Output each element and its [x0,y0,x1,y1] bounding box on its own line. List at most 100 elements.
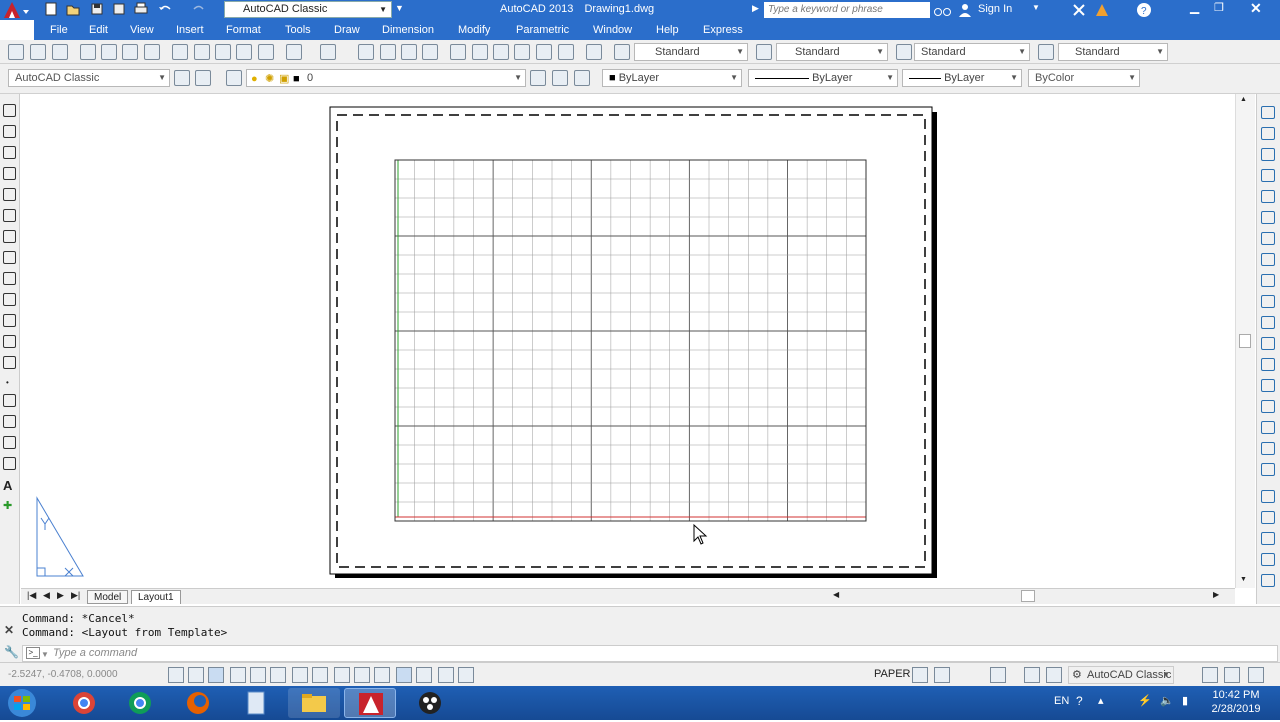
tool-palettes-icon[interactable] [493,44,509,60]
first-tab-icon[interactable]: |◀ [27,590,36,601]
open-file-icon[interactable] [66,2,80,16]
revision-cloud-icon[interactable] [3,251,16,264]
send-under-icon[interactable] [1261,553,1275,566]
menu-edit[interactable]: Edit [89,24,108,36]
application-menu-button[interactable] [0,0,34,20]
bring-above-icon[interactable] [1261,532,1275,545]
cut-icon[interactable] [172,44,188,60]
help-circle-icon[interactable]: ? [1076,694,1083,708]
menu-format[interactable]: Format [226,24,261,36]
scroll-right-arrow-icon[interactable]: ▶ [1213,590,1219,599]
stretch-icon[interactable] [1261,274,1275,287]
line-icon[interactable] [3,104,16,117]
taskbar-firefox-icon[interactable] [172,688,224,718]
menu-dimension[interactable]: Dimension [382,24,434,36]
system-clock[interactable]: 10:42 PM 2/28/2019 [1204,688,1268,716]
polygon-icon[interactable] [3,167,16,180]
arc-icon[interactable] [3,209,16,222]
copy-object-icon[interactable] [1261,127,1275,140]
close-command-window-icon[interactable]: ✕ [4,623,14,637]
scroll-left-arrow-icon[interactable]: ◀ [833,590,839,599]
taskbar-media-icon[interactable] [404,688,456,718]
table-style-icon[interactable] [896,44,912,60]
plot-preview-icon[interactable] [101,44,117,60]
selection-cycling-icon[interactable] [438,667,454,683]
menu-window[interactable]: Window [593,24,632,36]
help-icon[interactable] [586,44,602,60]
polyline-icon[interactable] [3,146,16,159]
multiline-text-icon[interactable]: A [3,478,16,493]
drawing-area[interactable] [21,94,1235,588]
paste-icon[interactable] [215,44,231,60]
lineweight-dropdown[interactable]: ByLayer ▼ [902,69,1022,87]
save-as-icon[interactable] [112,2,126,16]
layer-previous-icon[interactable] [552,70,568,86]
annotation-scale-icon[interactable] [1024,667,1040,683]
object-snap-tracking-icon[interactable] [312,667,328,683]
dimension-style-dropdown[interactable]: Standard ▼ [776,43,888,61]
menu-help[interactable]: Help [656,24,679,36]
menu-draw[interactable]: Draw [334,24,360,36]
zoom-realtime-icon[interactable] [380,44,396,60]
ellipse-arc-icon[interactable] [3,314,16,327]
binoculars-icon[interactable] [934,3,952,17]
open-icon[interactable] [30,44,46,60]
insert-block-icon[interactable] [3,335,16,348]
scale-icon[interactable] [1261,253,1275,266]
save-icon[interactable] [52,44,68,60]
draw-order-front-icon[interactable] [1261,490,1275,503]
gradient-icon[interactable] [3,415,16,428]
menu-insert[interactable]: Insert [176,24,204,36]
search-input[interactable]: Type a keyword or phrase [764,2,930,18]
volume-icon[interactable]: 🔈 [1160,694,1174,707]
layer-state-icon[interactable] [574,70,590,86]
trim-icon[interactable] [1261,295,1275,308]
isolate-objects-icon[interactable] [1224,667,1240,683]
workspace-dropdown[interactable]: AutoCAD Classic ▼ [224,1,392,18]
restore-button[interactable]: ❐ [1214,1,1224,14]
customize-wrench-icon[interactable]: 🔧 [4,645,19,659]
tray-app-icon[interactable]: ▴ [1098,694,1104,707]
menu-file[interactable]: File [50,24,68,36]
sign-in-button[interactable]: Sign In [978,3,1012,15]
block-editor-icon[interactable] [258,44,274,60]
color-dropdown[interactable]: ■ ByLayer ▼ [602,69,742,87]
region-icon[interactable] [3,436,16,449]
make-block-icon[interactable] [3,356,16,369]
exchange-apps-icon[interactable] [1072,3,1086,17]
taskbar-notepad-icon[interactable] [230,688,282,718]
fillet-icon[interactable] [1261,421,1275,434]
plot-style-dropdown[interactable]: ByColor ▼ [1028,69,1140,87]
multileader-style-dropdown[interactable]: Standard ▼ [1058,43,1168,61]
design-center-icon[interactable] [472,44,488,60]
new-file-icon[interactable] [44,2,58,16]
3d-print-icon[interactable] [144,44,160,60]
scroll-thumb[interactable] [1239,334,1251,348]
chevron-right-icon[interactable]: ▶ [752,3,759,14]
plot-icon[interactable] [80,44,96,60]
chamfer-icon[interactable] [1261,400,1275,413]
infer-constraints-icon[interactable] [168,667,184,683]
quick-view-layouts-icon[interactable] [912,667,928,683]
join-icon[interactable] [1261,379,1275,392]
linetype-dropdown[interactable]: ByLayer ▼ [748,69,898,87]
scroll-down-arrow-icon[interactable]: ▼ [1240,576,1247,583]
point-icon[interactable]: • [3,378,16,391]
chevron-down-icon[interactable]: ▼ [1032,3,1040,12]
minimize-button[interactable]: ▁ [1190,0,1199,14]
properties-icon[interactable] [450,44,466,60]
redo-icon[interactable] [320,44,336,60]
toolbar-lock-icon[interactable] [1202,667,1218,683]
dimension-style-icon[interactable] [756,44,772,60]
offset-icon[interactable] [1261,169,1275,182]
layer-dropdown[interactable]: ● ✺ ▣ ■ 0 ▼ [246,69,526,87]
3d-object-snap-icon[interactable] [292,667,308,683]
menu-express[interactable]: Express [703,24,743,36]
menu-modify[interactable]: Modify [458,24,490,36]
undo-icon[interactable] [158,2,172,16]
ortho-mode-icon[interactable] [230,667,246,683]
copy-icon[interactable] [194,44,210,60]
zoom-previous-icon[interactable] [422,44,438,60]
taskbar-chrome-icon[interactable] [58,688,110,718]
menu-tools[interactable]: Tools [285,24,311,36]
